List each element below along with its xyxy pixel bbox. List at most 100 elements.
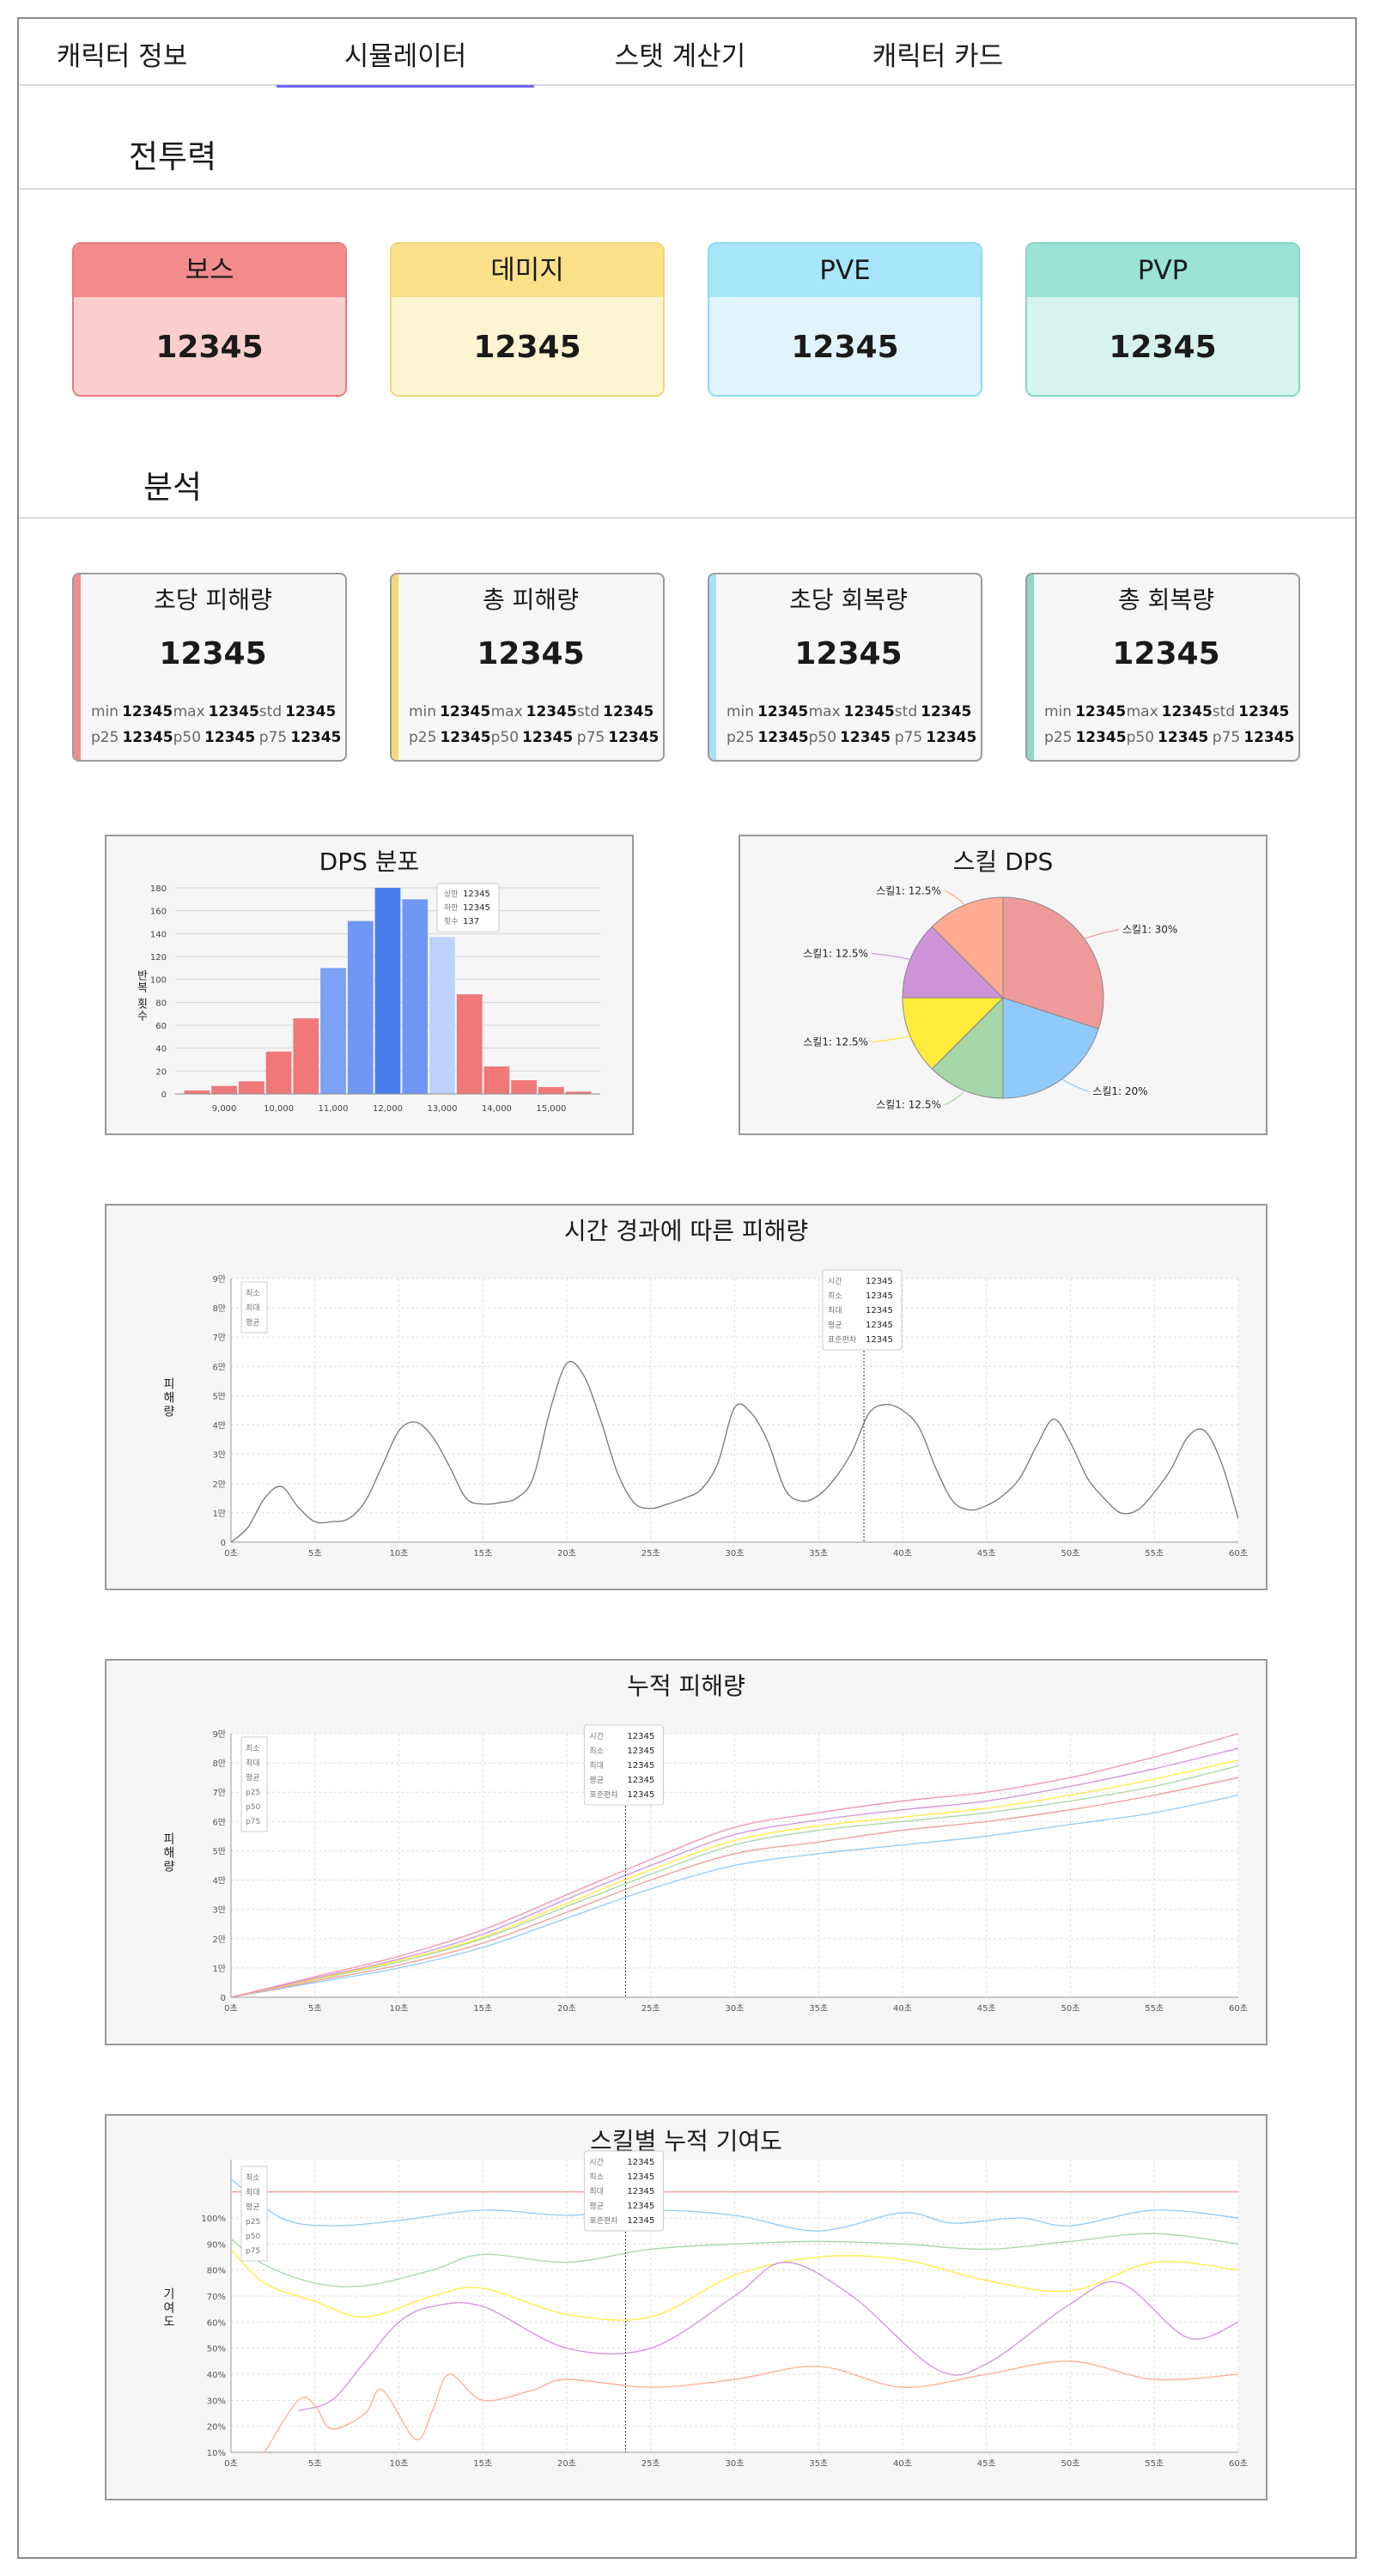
x-tick-label: 25초 <box>641 2003 660 2014</box>
histogram-bar <box>184 1091 210 1094</box>
stat-card-accent <box>392 574 398 760</box>
stat-metric-label: p50 <box>490 729 520 746</box>
y-tick-label: 160 <box>150 908 167 917</box>
tab-simulator[interactable]: 시뮬레이터 <box>277 34 534 88</box>
stat-metric: std 12345 <box>259 703 342 720</box>
x-tick-label: 15초 <box>473 2458 492 2469</box>
x-tick-label: 55초 <box>1145 2458 1164 2469</box>
tooltip-value: 12345 <box>627 1747 654 1756</box>
stat-card-accent <box>1027 574 1034 760</box>
x-tick-label: 5초 <box>308 2003 322 2014</box>
tooltip-value: 12345 <box>627 2172 654 2182</box>
power-card-value: 12345 <box>1027 297 1298 395</box>
stat-metric: max 12345 <box>809 703 895 720</box>
y-tick-label: 50% <box>207 2345 226 2354</box>
stat-metric-value: 12345 <box>440 703 491 720</box>
x-tick-label: 50초 <box>1061 2003 1080 2014</box>
tab-character-info[interactable]: 캐릭터 정보 <box>45 34 199 84</box>
legend-item: 최대 <box>246 1303 260 1313</box>
tooltip-key: 최소 <box>589 1747 604 1756</box>
y-tick-label: 100 <box>150 976 167 986</box>
stat-metric-value: 12345 <box>285 703 337 720</box>
x-tick-label: 10초 <box>390 2458 409 2469</box>
power-card-label: 보스 <box>74 244 345 297</box>
tooltip-key: 최소 <box>589 2172 604 2182</box>
stat-metric: p75 12345 <box>259 729 342 746</box>
legend-item: p50 <box>246 1803 260 1812</box>
stat-metric-label: p50 <box>173 729 202 746</box>
power-card: 데미지 12345 <box>390 242 665 397</box>
pie-label: 스킬1: 30% <box>1122 924 1177 936</box>
histogram-bar <box>483 1066 510 1094</box>
stat-metric: p25 12345 <box>727 729 809 746</box>
tooltip-value: 12345 <box>627 1776 654 1785</box>
power-card-label: PVP <box>1027 244 1298 297</box>
y-axis-label: 피해량 <box>161 1377 175 1419</box>
pie-leader-line <box>1084 929 1120 939</box>
legend-item: p25 <box>246 1789 260 1797</box>
stat-card-value: 12345 <box>159 636 267 671</box>
tooltip-key: 횟수 <box>444 916 459 927</box>
stat-metric-label: max <box>173 703 205 720</box>
x-tick-label: 15초 <box>473 2003 492 2014</box>
histogram-bar <box>238 1081 264 1094</box>
tab-character-card[interactable]: 캐릭터 카드 <box>835 34 1041 84</box>
x-tick-label: 60초 <box>1229 1548 1248 1558</box>
stat-card-accent <box>74 574 81 760</box>
stat-metric: min 12345 <box>1044 703 1127 720</box>
tooltip-key: 하한 <box>444 903 459 913</box>
x-tick-label: 15,000 <box>536 1104 566 1114</box>
x-tick-label: 5초 <box>308 2458 322 2469</box>
y-tick-label: 120 <box>150 953 167 963</box>
stat-metric: std 12345 <box>1213 703 1295 720</box>
y-tick-label: 0 <box>161 1091 167 1100</box>
damage-over-time-chart: 0 1만 2만 3만 4만 5만 6만 7만 8만 9만 0초 5초 10초 15초 20초 25초 30초 35… <box>161 1269 1248 1558</box>
stat-metric-value: 12345 <box>1161 703 1213 720</box>
stat-metric-value: 12345 <box>522 729 574 746</box>
stat-metric: p50 12345 <box>491 729 577 746</box>
stat-metric-value: 12345 <box>290 729 342 746</box>
tooltip-key: 시간 <box>828 1277 842 1286</box>
skill-dps-pie-chart: 스킬1: 30% 스킬1: 20% 스킬1: 12.5% 스킬1: 12.5% 스킬1:… <box>803 884 1177 1110</box>
stat-metric: max 12345 <box>491 703 577 720</box>
pie-leader-line <box>871 952 911 960</box>
x-tick-label: 45초 <box>977 2003 996 2014</box>
tooltip-value: 12345 <box>463 903 490 913</box>
stat-metric-label: std <box>1212 703 1236 720</box>
stat-metric: p50 12345 <box>1127 729 1213 746</box>
stat-card-value: 12345 <box>477 636 585 671</box>
x-tick-label: 30초 <box>726 2458 745 2469</box>
tooltip-key: 최대 <box>828 1306 842 1315</box>
x-tick-label: 40초 <box>893 2003 912 2014</box>
skill-contribution-panel: 스킬별 누적 기여도 10% 20% 30% 40% 50% 60% 70% 80% 90% 10… <box>105 2114 1268 2500</box>
stat-metric-value: 12345 <box>1075 703 1127 720</box>
y-tick-label: 90% <box>207 2240 226 2250</box>
stat-metric-label: max <box>1126 703 1158 720</box>
tooltip-value: 12345 <box>627 2202 654 2211</box>
y-tick-label: 0 <box>221 1539 226 1548</box>
stat-metric: p25 12345 <box>409 729 491 746</box>
stat-metric: min 12345 <box>91 703 173 720</box>
divider <box>19 188 1355 190</box>
stat-metric: p75 12345 <box>1213 729 1295 746</box>
x-tick-label: 45초 <box>977 2458 996 2469</box>
histogram-bar <box>320 968 346 1094</box>
section-title-analysis: 분석 <box>143 469 203 506</box>
x-tick-label: 60초 <box>1229 2458 1248 2469</box>
stat-metric: std 12345 <box>895 703 977 720</box>
legend-item: p50 <box>246 2233 260 2241</box>
power-card: PVE 12345 <box>708 242 982 397</box>
y-tick-label: 40 <box>155 1045 167 1054</box>
stat-metric-value: 12345 <box>122 729 173 746</box>
stat-metric-label: min <box>1044 703 1073 720</box>
stat-metric-value: 12345 <box>1075 729 1127 746</box>
y-tick-label: 60% <box>207 2318 226 2328</box>
y-tick-label: 4만 <box>212 1876 226 1886</box>
stat-card: 총 피해량 12345 min 12345 max 12345 std 12345 p25 123… <box>390 573 665 762</box>
tooltip-value: 12345 <box>627 2187 654 2196</box>
pie-label: 스킬1: 20% <box>1092 1085 1147 1097</box>
stat-metric: min 12345 <box>409 703 491 720</box>
stat-metric: p75 12345 <box>895 729 977 746</box>
stat-card-metrics: min 12345 max 12345 std 12345 p25 12345 p50 12345… <box>91 703 341 746</box>
tab-stat-calculator[interactable]: 스탯 계산기 <box>577 34 783 84</box>
